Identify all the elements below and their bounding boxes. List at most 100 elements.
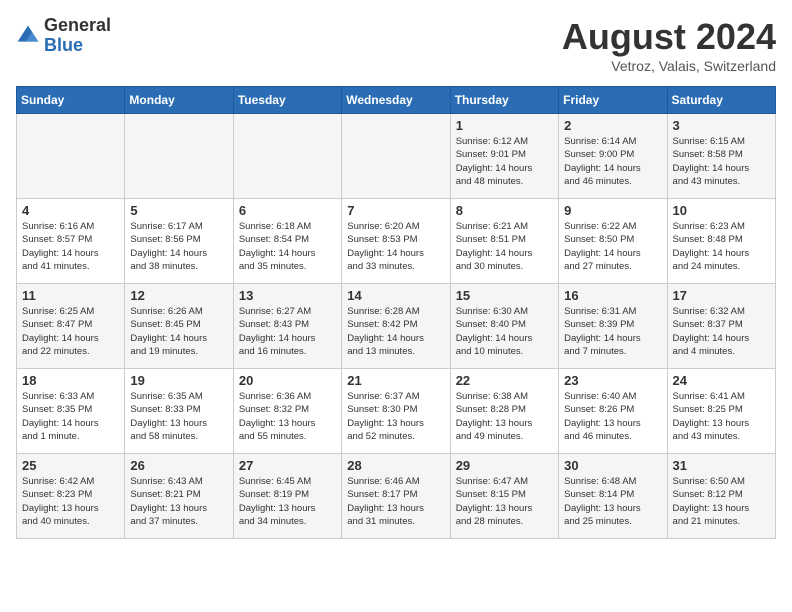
cell-info: Sunrise: 6:48 AM Sunset: 8:14 PM Dayligh… [564,475,661,528]
day-number: 10 [673,203,770,218]
day-number: 20 [239,373,336,388]
day-number: 12 [130,288,227,303]
calendar-cell: 2 Sunrise: 6:14 AM Sunset: 9:00 PM Daylig… [559,114,667,199]
calendar-cell: 27 Sunrise: 6:45 AM Sunset: 8:19 PM Dayli… [233,454,341,539]
title-block: August 2024 Vetroz, Valais, Switzerland [562,16,776,74]
logo-blue: Blue [44,36,111,56]
cell-info: Sunrise: 6:20 AM Sunset: 8:53 PM Dayligh… [347,220,444,273]
calendar-cell: 4 Sunrise: 6:16 AM Sunset: 8:57 PM Daylig… [17,199,125,284]
header-wednesday: Wednesday [342,87,450,114]
cell-info: Sunrise: 6:42 AM Sunset: 8:23 PM Dayligh… [22,475,119,528]
calendar-header-row: SundayMondayTuesdayWednesdayThursdayFrid… [17,87,776,114]
day-number: 13 [239,288,336,303]
calendar-cell: 17 Sunrise: 6:32 AM Sunset: 8:37 PM Dayli… [667,284,775,369]
calendar-week-row: 11 Sunrise: 6:25 AM Sunset: 8:47 PM Dayli… [17,284,776,369]
cell-info: Sunrise: 6:36 AM Sunset: 8:32 PM Dayligh… [239,390,336,443]
cell-info: Sunrise: 6:50 AM Sunset: 8:12 PM Dayligh… [673,475,770,528]
calendar-cell [342,114,450,199]
cell-info: Sunrise: 6:43 AM Sunset: 8:21 PM Dayligh… [130,475,227,528]
header-monday: Monday [125,87,233,114]
cell-info: Sunrise: 6:33 AM Sunset: 8:35 PM Dayligh… [22,390,119,443]
cell-info: Sunrise: 6:31 AM Sunset: 8:39 PM Dayligh… [564,305,661,358]
calendar-cell [17,114,125,199]
cell-info: Sunrise: 6:22 AM Sunset: 8:50 PM Dayligh… [564,220,661,273]
calendar-cell: 26 Sunrise: 6:43 AM Sunset: 8:21 PM Dayli… [125,454,233,539]
day-number: 17 [673,288,770,303]
day-number: 25 [22,458,119,473]
calendar-cell: 21Sunrise: 6:37 AM Sunset: 8:30 PM Dayli… [342,369,450,454]
cell-info: Sunrise: 6:40 AM Sunset: 8:26 PM Dayligh… [564,390,661,443]
cell-info: Sunrise: 6:26 AM Sunset: 8:45 PM Dayligh… [130,305,227,358]
cell-info: Sunrise: 6:14 AM Sunset: 9:00 PM Dayligh… [564,135,661,188]
calendar-cell: 30 Sunrise: 6:48 AM Sunset: 8:14 PM Dayli… [559,454,667,539]
day-number: 3 [673,118,770,133]
calendar-cell: 29 Sunrise: 6:47 AM Sunset: 8:15 PM Dayli… [450,454,558,539]
calendar-cell: 7 Sunrise: 6:20 AM Sunset: 8:53 PM Daylig… [342,199,450,284]
cell-info: Sunrise: 6:30 AM Sunset: 8:40 PM Dayligh… [456,305,553,358]
calendar-cell: 9Sunrise: 6:22 AM Sunset: 8:50 PM Daylig… [559,199,667,284]
calendar-table: SundayMondayTuesdayWednesdayThursdayFrid… [16,86,776,539]
day-number: 30 [564,458,661,473]
day-number: 4 [22,203,119,218]
cell-info: Sunrise: 6:28 AM Sunset: 8:42 PM Dayligh… [347,305,444,358]
cell-info: Sunrise: 6:45 AM Sunset: 8:19 PM Dayligh… [239,475,336,528]
day-number: 19 [130,373,227,388]
day-number: 1 [456,118,553,133]
day-number: 16 [564,288,661,303]
header-sunday: Sunday [17,87,125,114]
cell-info: Sunrise: 6:27 AM Sunset: 8:43 PM Dayligh… [239,305,336,358]
calendar-cell: 28 Sunrise: 6:46 AM Sunset: 8:17 PM Dayli… [342,454,450,539]
day-number: 24 [673,373,770,388]
day-number: 11 [22,288,119,303]
calendar-cell: 14Sunrise: 6:28 AM Sunset: 8:42 PM Dayli… [342,284,450,369]
header-thursday: Thursday [450,87,558,114]
calendar-cell [233,114,341,199]
calendar-cell: 16 Sunrise: 6:31 AM Sunset: 8:39 PM Dayli… [559,284,667,369]
calendar-week-row: 1 Sunrise: 6:12 AM Sunset: 9:01 PM Daylig… [17,114,776,199]
calendar-cell: 11 Sunrise: 6:25 AM Sunset: 8:47 PM Dayli… [17,284,125,369]
day-number: 21 [347,373,444,388]
calendar-cell: 10 Sunrise: 6:23 AM Sunset: 8:48 PM Dayli… [667,199,775,284]
day-number: 15 [456,288,553,303]
day-number: 5 [130,203,227,218]
day-number: 29 [456,458,553,473]
day-number: 27 [239,458,336,473]
logo: General Blue [16,16,111,56]
calendar-cell: 13 Sunrise: 6:27 AM Sunset: 8:43 PM Dayli… [233,284,341,369]
day-number: 28 [347,458,444,473]
cell-info: Sunrise: 6:46 AM Sunset: 8:17 PM Dayligh… [347,475,444,528]
calendar-week-row: 25 Sunrise: 6:42 AM Sunset: 8:23 PM Dayli… [17,454,776,539]
calendar-cell: 8Sunrise: 6:21 AM Sunset: 8:51 PM Daylig… [450,199,558,284]
location-subtitle: Vetroz, Valais, Switzerland [562,58,776,74]
day-number: 26 [130,458,227,473]
day-number: 22 [456,373,553,388]
calendar-cell: 22Sunrise: 6:38 AM Sunset: 8:28 PM Dayli… [450,369,558,454]
header-saturday: Saturday [667,87,775,114]
header-friday: Friday [559,87,667,114]
calendar-cell: 3Sunrise: 6:15 AM Sunset: 8:58 PM Daylig… [667,114,775,199]
calendar-cell: 25 Sunrise: 6:42 AM Sunset: 8:23 PM Dayli… [17,454,125,539]
cell-info: Sunrise: 6:23 AM Sunset: 8:48 PM Dayligh… [673,220,770,273]
cell-info: Sunrise: 6:32 AM Sunset: 8:37 PM Dayligh… [673,305,770,358]
logo-general: General [44,16,111,36]
cell-info: Sunrise: 6:12 AM Sunset: 9:01 PM Dayligh… [456,135,553,188]
day-number: 2 [564,118,661,133]
cell-info: Sunrise: 6:16 AM Sunset: 8:57 PM Dayligh… [22,220,119,273]
cell-info: Sunrise: 6:47 AM Sunset: 8:15 PM Dayligh… [456,475,553,528]
day-number: 6 [239,203,336,218]
calendar-cell: 15 Sunrise: 6:30 AM Sunset: 8:40 PM Dayli… [450,284,558,369]
calendar-cell: 1 Sunrise: 6:12 AM Sunset: 9:01 PM Daylig… [450,114,558,199]
month-year-title: August 2024 [562,16,776,58]
calendar-cell [125,114,233,199]
calendar-cell: 6Sunrise: 6:18 AM Sunset: 8:54 PM Daylig… [233,199,341,284]
cell-info: Sunrise: 6:17 AM Sunset: 8:56 PM Dayligh… [130,220,227,273]
calendar-cell: 23Sunrise: 6:40 AM Sunset: 8:26 PM Dayli… [559,369,667,454]
calendar-cell: 5 Sunrise: 6:17 AM Sunset: 8:56 PM Daylig… [125,199,233,284]
cell-info: Sunrise: 6:25 AM Sunset: 8:47 PM Dayligh… [22,305,119,358]
page-header: General Blue August 2024 Vetroz, Valais,… [16,16,776,74]
calendar-cell: 18Sunrise: 6:33 AM Sunset: 8:35 PM Dayli… [17,369,125,454]
day-number: 8 [456,203,553,218]
logo-icon [16,24,40,48]
day-number: 7 [347,203,444,218]
cell-info: Sunrise: 6:41 AM Sunset: 8:25 PM Dayligh… [673,390,770,443]
